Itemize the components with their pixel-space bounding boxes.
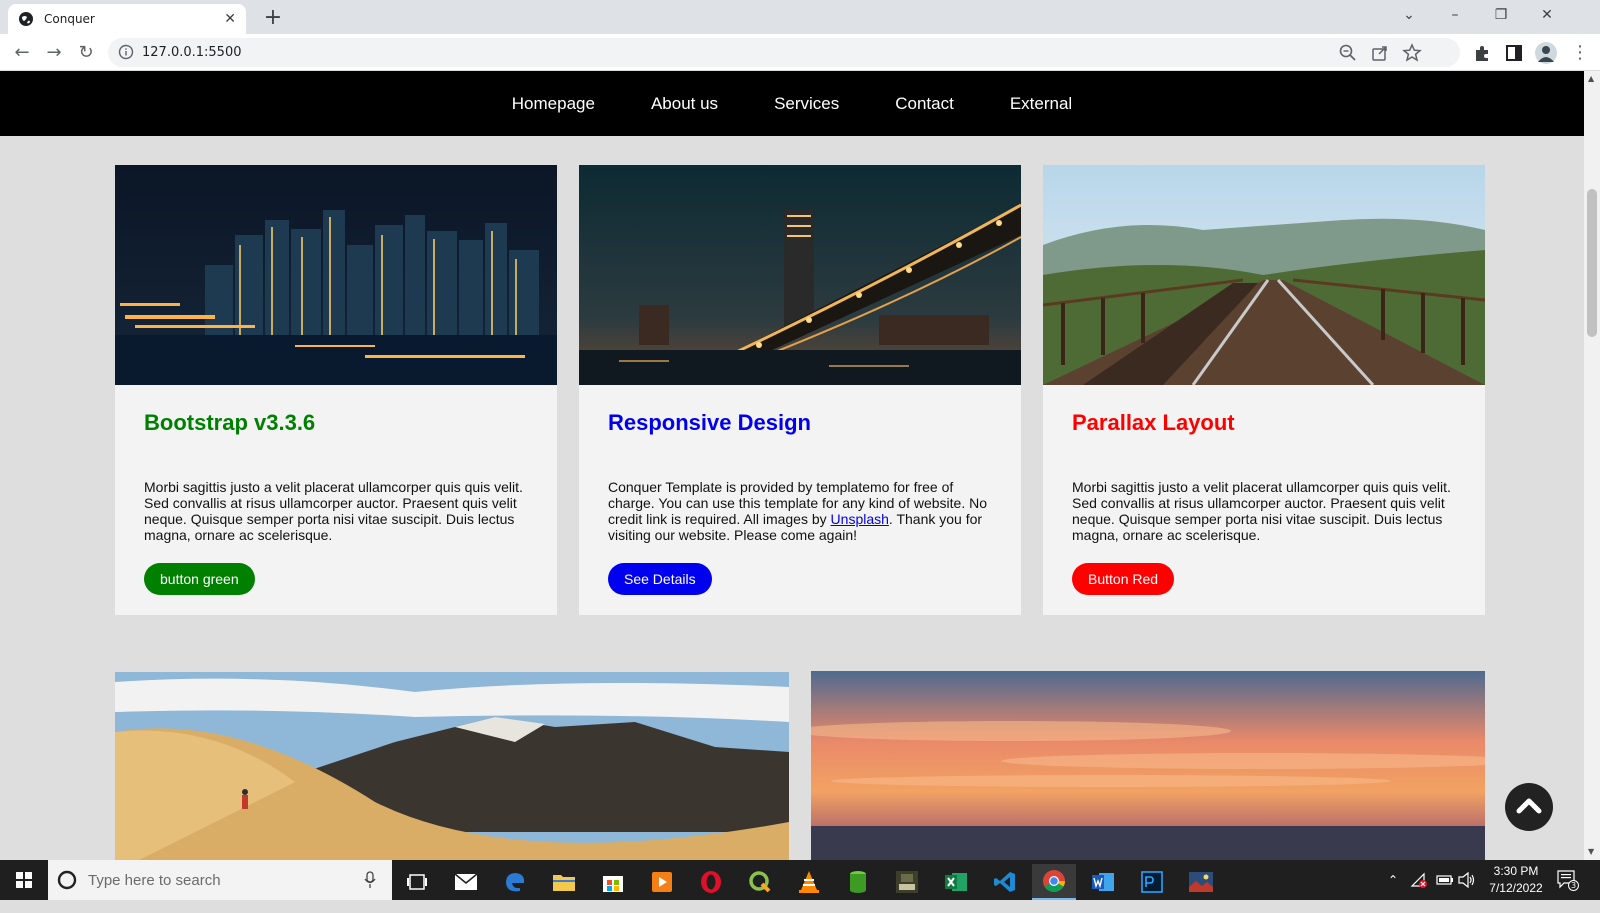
tab-search-icon[interactable]: ⌄ (1386, 0, 1432, 30)
word-icon[interactable] (1081, 864, 1125, 900)
bridge-night-image (579, 165, 1021, 385)
taskbar-clock[interactable]: 3:30 PM 7/12/2022 (1476, 863, 1556, 897)
new-tab-button[interactable]: + (260, 6, 286, 32)
taskbar-search-box[interactable]: Type here to search (48, 860, 392, 900)
extensions-puzzle-icon[interactable] (1472, 43, 1492, 63)
button-green[interactable]: button green (144, 563, 255, 595)
cortana-circle-icon (57, 870, 77, 890)
photos-app-icon[interactable] (1179, 864, 1223, 900)
url-text: 127.0.0.1:5500 (142, 45, 242, 60)
card-text: Morbi sagittis justo a velit placerat ul… (144, 479, 523, 543)
file-explorer-icon[interactable] (542, 864, 586, 900)
scrollbar-thumb[interactable] (1587, 189, 1597, 337)
edge-browser-icon[interactable] (493, 864, 537, 900)
browser-tab[interactable]: Conquer ✕ (8, 4, 246, 34)
opera-browser-icon[interactable] (689, 864, 733, 900)
card-bootstrap: Bootstrap v3.3.6 Morbi sagittis justo a … (115, 165, 557, 615)
restore-button[interactable]: ❐ (1478, 0, 1524, 30)
qgis-app-icon[interactable] (738, 864, 782, 900)
chrome-browser-icon[interactable] (1032, 864, 1076, 900)
task-view-icon[interactable] (395, 864, 439, 900)
card-title: Bootstrap v3.3.6 (144, 410, 316, 435)
volume-icon[interactable] (1458, 871, 1476, 912)
web-page: Homepage About us Services Contact Exter… (0, 71, 1584, 860)
unsplash-link[interactable]: Unsplash (831, 511, 889, 527)
nav-homepage[interactable]: Homepage (484, 94, 623, 114)
address-bar[interactable]: 127.0.0.1:5500 (108, 38, 1460, 67)
card-title: Responsive Design (608, 410, 811, 435)
network-disconnected-icon[interactable] (1410, 872, 1428, 912)
card-text: Morbi sagittis justo a velit placerat ul… (1072, 479, 1451, 543)
nav-list: Homepage About us Services Contact Exter… (0, 71, 1584, 136)
card-parallax: Parallax Layout Morbi sagittis justo a v… (1043, 165, 1485, 615)
vlc-player-icon[interactable] (787, 864, 831, 900)
show-hidden-icons-chevron-icon[interactable]: ⌃ (1388, 873, 1398, 913)
browser-tabstrip: Conquer ✕ + ⌄ – ❐ ✕ (0, 0, 1600, 34)
share-icon[interactable] (1370, 43, 1390, 63)
forward-button[interactable]: → (40, 39, 68, 67)
city-night-image (115, 165, 557, 385)
mail-app-icon[interactable] (444, 864, 488, 900)
site-info-icon[interactable] (118, 44, 134, 60)
nav-contact[interactable]: Contact (867, 94, 982, 114)
chevron-up-icon (1516, 798, 1542, 814)
nav-about-us[interactable]: About us (623, 94, 746, 114)
globe-icon (19, 12, 33, 26)
media-player-icon[interactable] (640, 864, 684, 900)
excel-icon[interactable] (934, 864, 978, 900)
photoshop-icon[interactable] (1130, 864, 1174, 900)
tab-title: Conquer (44, 12, 95, 26)
windows-taskbar: Type here to search ⌃ 3:30 PM 7/12/2022 … (0, 860, 1600, 900)
nav-external[interactable]: External (982, 94, 1100, 114)
zoom-icon[interactable] (1338, 43, 1358, 63)
page-scrollbar[interactable]: ▲ ▼ (1584, 71, 1600, 860)
reload-button[interactable]: ↻ (72, 39, 100, 67)
modern-warfare-game-icon[interactable] (885, 864, 929, 900)
see-details-button[interactable]: See Details (608, 563, 712, 595)
clock-time: 3:30 PM (1493, 864, 1539, 878)
clock-date: 7/12/2022 (1489, 881, 1543, 895)
search-placeholder: Type here to search (88, 872, 221, 889)
profile-avatar-icon[interactable] (1534, 41, 1558, 65)
minimize-button[interactable]: – (1432, 0, 1478, 30)
nav-services[interactable]: Services (746, 94, 867, 114)
microsoft-store-icon[interactable] (591, 864, 635, 900)
windows-logo-icon (16, 872, 32, 888)
battery-icon[interactable] (1436, 873, 1454, 913)
close-tab-icon[interactable]: ✕ (224, 11, 236, 27)
desert-dunes-image (115, 672, 789, 860)
card-title: Parallax Layout (1072, 410, 1235, 435)
sunset-sky-image (811, 671, 1485, 860)
scroll-down-arrow-icon[interactable]: ▼ (1588, 847, 1594, 856)
browser-menu-icon[interactable]: ⋮ (1568, 39, 1592, 67)
database-app-icon[interactable] (836, 864, 880, 900)
scroll-up-arrow-icon[interactable]: ▲ (1588, 74, 1594, 83)
microphone-icon[interactable] (364, 871, 376, 889)
close-window-button[interactable]: ✕ (1524, 0, 1570, 30)
bookmark-star-icon[interactable] (1402, 43, 1422, 63)
card-responsive: Responsive Design Conquer Template is pr… (579, 165, 1021, 615)
action-center-icon[interactable]: 3 (1556, 869, 1580, 909)
card-text: Conquer Template is provided by template… (608, 479, 988, 543)
start-button[interactable] (0, 860, 48, 900)
notification-count-badge: 3 (1568, 880, 1579, 891)
side-panel-icon[interactable] (1504, 43, 1524, 63)
railway-image (1043, 165, 1485, 385)
vscode-icon[interactable] (983, 864, 1027, 900)
site-navbar: Homepage About us Services Contact Exter… (0, 71, 1584, 136)
browser-toolbar: ← → ↻ 127.0.0.1:5500 ⋮ (0, 34, 1600, 71)
scroll-to-top-button[interactable] (1505, 783, 1553, 831)
back-button[interactable]: ← (8, 39, 36, 67)
button-red[interactable]: Button Red (1072, 563, 1175, 595)
